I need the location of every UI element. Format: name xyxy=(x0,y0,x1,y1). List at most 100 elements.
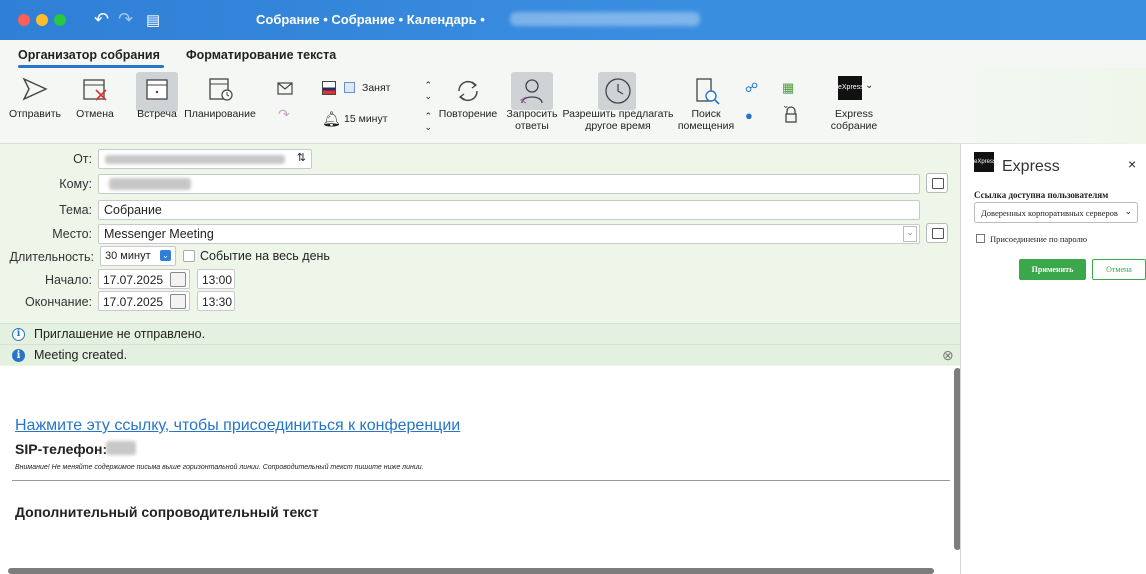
location-field[interactable]: Messenger Meeting ⌄ xyxy=(98,224,920,244)
title-bar: ↶ ↷ ▤ Собрание • Собрание • Календарь • xyxy=(0,0,1146,40)
end-date-value: 17.07.2025 xyxy=(103,295,164,309)
undo-icon[interactable]: ↶ xyxy=(94,9,109,30)
globe-icon[interactable]: ● xyxy=(745,108,753,123)
password-join-checkbox[interactable] xyxy=(976,234,985,243)
all-day-label: Событие на весь день xyxy=(200,249,330,263)
all-day-checkbox[interactable] xyxy=(183,250,195,262)
window-minimize-button[interactable] xyxy=(36,14,48,26)
scheduling-label: Планирование xyxy=(184,108,256,120)
duration-value: 30 минут xyxy=(105,250,151,262)
lock-icon[interactable] xyxy=(784,106,798,123)
subject-field[interactable]: Собрание xyxy=(98,200,920,220)
busy-color-swatch xyxy=(344,82,355,93)
attendees-icon[interactable]: ☍ xyxy=(745,80,758,96)
mail-icon[interactable] xyxy=(277,82,293,95)
window-close-button[interactable] xyxy=(18,14,30,26)
start-label: Начало: xyxy=(44,273,92,287)
start-time-value: 13:00 xyxy=(202,273,233,287)
stepper-icon: ⇅ xyxy=(296,152,306,164)
calendar-picker-icon[interactable] xyxy=(170,272,186,287)
room-book-icon[interactable] xyxy=(926,223,948,243)
meeting-created-bar: i Meeting created. ⊗ xyxy=(0,344,960,365)
duration-label: Длительность: xyxy=(9,250,95,264)
link-access-select[interactable]: Доверенных корпоративных серверов ⌄ xyxy=(974,202,1138,223)
to-label: Кому: xyxy=(59,177,92,191)
chevron-down-icon: ⌄ xyxy=(160,250,171,261)
side-panel-title: Express xyxy=(1002,158,1060,175)
tab-format-text[interactable]: Форматирование текста xyxy=(186,48,336,62)
close-icon[interactable]: × xyxy=(1128,156,1136,172)
tab-meeting-organizer[interactable]: Организатор собрания xyxy=(18,48,160,62)
start-time-field[interactable]: 13:00 xyxy=(197,269,235,289)
allow-new-time-button[interactable]: Разрешить предлагать другое время xyxy=(562,76,674,132)
recurrence-button[interactable]: Повторение xyxy=(438,76,498,120)
message-body[interactable]: Нажмите эту ссылку, чтобы присоединиться… xyxy=(0,366,960,574)
warning-text: Внимание! Не меняйте содержимое письма в… xyxy=(15,464,424,471)
request-responses-button[interactable]: Запросить ответы xyxy=(500,76,564,132)
stepper-icon: ⌃ ⌄ xyxy=(424,80,432,101)
subject-label: Тема: xyxy=(59,203,92,217)
cancel-meeting-label: Отмена xyxy=(76,108,114,120)
chevron-down-icon: ⌄ xyxy=(865,80,874,91)
room-finder-button[interactable]: Поиск помещения xyxy=(676,76,736,132)
additional-text: Дополнительный сопроводительный текст xyxy=(15,504,319,520)
ribbon-fade xyxy=(930,68,1146,144)
meeting-label: Встреча xyxy=(137,108,177,120)
to-value-redacted xyxy=(109,178,191,190)
from-select[interactable]: ⇅ xyxy=(98,149,312,169)
from-value-redacted xyxy=(105,155,285,164)
cancel-meeting-button[interactable]: Отмена xyxy=(74,76,116,120)
join-conference-link[interactable]: Нажмите эту ссылку, чтобы присоединиться… xyxy=(15,417,460,435)
reminder-select[interactable]: 15 минут ⌃ ⌄ xyxy=(344,111,436,132)
location-dropdown-icon[interactable]: ⌄ xyxy=(903,226,917,242)
start-date-value: 17.07.2025 xyxy=(103,273,164,287)
ribbon-tabs: Организатор собрания Форматирование текс… xyxy=(0,40,1146,68)
redo-icon[interactable]: ↷ xyxy=(118,9,133,30)
forward-icon: ↷ xyxy=(278,106,290,122)
link-access-value: Доверенных корпоративных серверов xyxy=(981,208,1118,218)
close-icon[interactable]: ⊗ xyxy=(942,347,954,364)
account-redacted xyxy=(510,12,700,26)
location-value: Messenger Meeting xyxy=(104,227,214,241)
room-finder-icon xyxy=(696,78,720,105)
horizontal-scrollbar[interactable] xyxy=(8,568,934,574)
express-meeting-label: Express собрание xyxy=(830,108,878,132)
location-label: Место: xyxy=(52,227,92,241)
address-book-icon[interactable] xyxy=(926,173,948,193)
room-finder-label: Поиск помещения xyxy=(677,108,735,132)
show-as-select[interactable]: Занят ⌃ ⌄ xyxy=(362,80,436,101)
stepper-icon: ⌃ ⌄ xyxy=(424,111,432,132)
reminder-value: 15 минут xyxy=(344,113,388,125)
express-meeting-button[interactable]: eXpress ⌄ Express собрание xyxy=(822,74,886,132)
show-as-value: Занят xyxy=(362,82,391,94)
from-label: От: xyxy=(73,152,92,166)
window-maximize-button[interactable] xyxy=(54,14,66,26)
recurrence-icon xyxy=(458,81,478,101)
window-title: Собрание • Собрание • Календарь • xyxy=(256,12,485,27)
send-icon xyxy=(22,77,48,101)
request-responses-label: Запросить ответы xyxy=(506,108,558,132)
customize-toolbar-icon[interactable]: ▤ xyxy=(146,11,160,29)
end-label: Окончание: xyxy=(25,295,92,309)
to-field[interactable] xyxy=(98,174,920,194)
send-button[interactable]: Отправить xyxy=(6,76,64,120)
recurrence-label: Повторение xyxy=(438,108,498,120)
scheduling-icon xyxy=(209,78,233,101)
express-logo-icon: eXpress xyxy=(974,152,996,172)
duration-select[interactable]: 30 минут ⌄ xyxy=(100,246,176,266)
scheduling-button[interactable]: Планирование xyxy=(180,76,260,120)
express-logo-icon: eXpress xyxy=(838,76,864,100)
end-time-field[interactable]: 13:30 xyxy=(197,291,235,311)
request-responses-icon xyxy=(519,79,543,104)
apply-button[interactable]: Применить xyxy=(1019,259,1086,280)
info-icon: i xyxy=(12,349,25,362)
horizontal-divider xyxy=(12,480,950,481)
send-label: Отправить xyxy=(8,108,62,120)
calendar-picker-icon[interactable] xyxy=(170,294,186,309)
calendar-icon xyxy=(146,79,168,100)
meeting-button[interactable]: Встреча xyxy=(132,76,182,120)
meeting-created-text: Meeting created. xyxy=(34,348,128,362)
cancel-button[interactable]: Отмена xyxy=(1092,259,1146,280)
sip-phone-redacted xyxy=(106,441,136,455)
link-access-label: Ссылка доступна пользователям xyxy=(974,190,1109,200)
